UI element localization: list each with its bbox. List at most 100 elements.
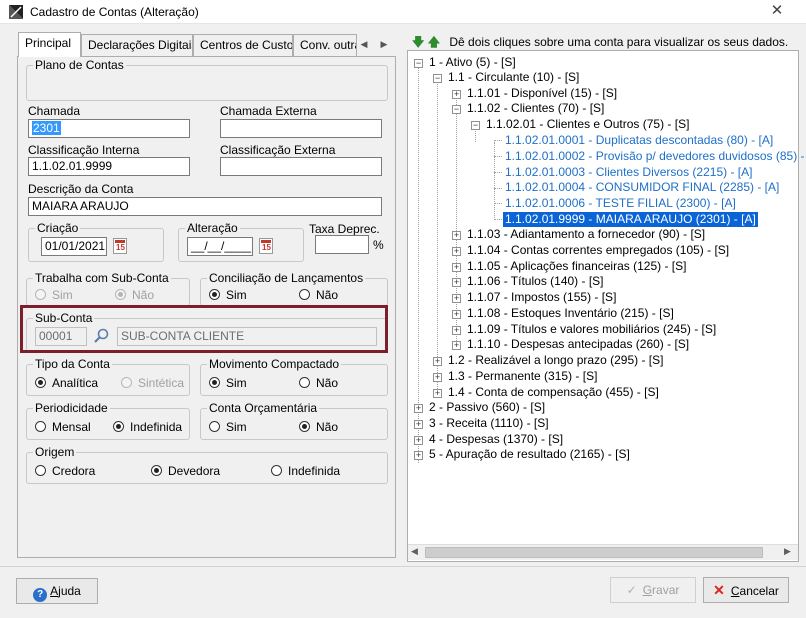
sintetica-radio[interactable]: Sintética (121, 376, 184, 390)
tree-node[interactable]: 1.1.08 - Estoques Inventário (215) - [S] (467, 306, 674, 321)
origem-indefinida-radio[interactable]: Indefinida (271, 464, 340, 478)
expand-icon[interactable]: + (452, 294, 461, 303)
collapse-icon[interactable]: − (452, 105, 461, 114)
mensal-radio[interactable]: Mensal (35, 420, 91, 434)
collapse-icon[interactable]: − (471, 121, 480, 130)
footer-divider (0, 566, 806, 567)
tab-centros-de-custo[interactable]: Centros de Custo (193, 34, 293, 56)
subconta-nao-radio[interactable]: Não (115, 288, 154, 302)
chamada-label: Chamada (28, 104, 81, 118)
ajuda-button[interactable]: ? Ajuda (16, 578, 98, 604)
tree-node-leaf[interactable]: 1.1.02.01.0002 - Provisão p/ devedores d… (505, 149, 806, 164)
tree-node-receita[interactable]: 3 - Receita (1110) - [S] (429, 416, 549, 431)
subconta-sim-radio[interactable]: Sim (35, 288, 73, 302)
expand-icon[interactable]: + (433, 373, 442, 382)
conta-orcamentaria-group: Conta Orçamentária Sim Não (200, 401, 388, 440)
collapse-icon[interactable]: − (414, 59, 423, 68)
alteracao-field[interactable]: __/__/____ (187, 237, 253, 256)
tree-node-clientes[interactable]: 1.1.02 - Clientes (70) - [S] (467, 101, 604, 116)
tree-node[interactable]: 1.1.10 - Despesas antecipadas (260) - [S… (467, 337, 689, 352)
expand-icon[interactable]: + (452, 263, 461, 272)
tree-node[interactable]: 1.2 - Realizável a longo prazo (295) - [… (448, 353, 663, 368)
tab-scroll-left-icon[interactable]: ◀ (356, 34, 372, 54)
radio-label: Sim (226, 376, 247, 390)
credora-radio[interactable]: Credora (35, 464, 95, 478)
tree-node[interactable]: 1.1.09 - Títulos e valores mobiliários (… (467, 322, 716, 337)
tree-node[interactable]: 1.4 - Conta de compensação (455) - [S] (448, 385, 659, 400)
expand-icon[interactable]: + (414, 451, 423, 460)
window-title: Cadastro de Contas (Alteração) (30, 5, 199, 19)
tab-scroll-right-icon[interactable]: ▶ (376, 34, 392, 54)
tree-node[interactable]: 1.1.06 - Títulos (140) - [S] (467, 274, 604, 289)
analitica-radio[interactable]: Analítica (35, 376, 98, 390)
tree-node-apuracao[interactable]: 5 - Apuração de resultado (2165) - [S] (429, 447, 630, 462)
scroll-left-icon[interactable]: ◀ (411, 546, 418, 557)
tree-node-despesas[interactable]: 4 - Despesas (1370) - [S] (429, 432, 563, 447)
radio-label: Não (316, 288, 339, 302)
descricao-field[interactable]: MAIARA ARAUJO (28, 197, 382, 216)
chamada-field[interactable]: 2301 (28, 119, 190, 138)
conciliacao-sim-radio[interactable]: Sim (209, 288, 247, 302)
collapse-icon[interactable]: − (433, 74, 442, 83)
expand-icon[interactable]: + (452, 231, 461, 240)
expand-icon[interactable]: + (433, 389, 442, 398)
expand-icon[interactable]: + (433, 357, 442, 366)
tab-conv-outra[interactable]: Conv. outra (293, 34, 357, 56)
expand-icon[interactable]: + (452, 326, 461, 335)
cancelar-button[interactable]: ✕ Cancelar (703, 577, 789, 603)
tree-node-clientes-outros[interactable]: 1.1.02.01 - Clientes e Outros (75) - [S] (486, 117, 689, 132)
expand-icon[interactable]: + (414, 404, 423, 413)
expand-icon[interactable]: + (452, 341, 461, 350)
tree-node-leaf[interactable]: 1.1.02.01.0006 - TESTE FILIAL (2300) - [… (505, 196, 736, 211)
tree-node-passivo[interactable]: 2 - Passivo (560) - [S] (429, 400, 545, 415)
tree-node-circulante[interactable]: 1.1 - Circulante (10) - [S] (448, 70, 579, 85)
conciliacao-nao-radio[interactable]: Não (299, 288, 338, 302)
taxa-deprec-field[interactable] (315, 235, 369, 254)
expand-icon[interactable]: + (452, 310, 461, 319)
radio-label: Credora (52, 464, 96, 478)
tree-node[interactable]: 1.1.07 - Impostos (155) - [S] (467, 290, 616, 305)
tree-node-ativo[interactable]: 1 - Ativo (5) - [S] (429, 55, 516, 70)
chamada-value: 2301 (32, 121, 61, 135)
movimento-sim-radio[interactable]: Sim (209, 376, 247, 390)
classificacao-interna-field[interactable]: 1.1.02.01.9999 (28, 157, 190, 176)
tree-node[interactable]: 1.1.05 - Aplicações financeiras (125) - … (467, 259, 686, 274)
tree-node-leaf[interactable]: 1.1.02.01.0004 - CONSUMIDOR FINAL (2285)… (505, 180, 779, 195)
orcamentaria-nao-radio[interactable]: Não (299, 420, 338, 434)
calendar-icon[interactable]: 15 (259, 238, 273, 254)
tree-node-leaf[interactable]: 1.1.02.01.0001 - Duplicatas descontadas … (505, 133, 773, 148)
chamada-externa-field[interactable] (220, 119, 382, 138)
tab-declaracoes-digitais[interactable]: Declarações Digitais (81, 34, 193, 56)
scroll-right-icon[interactable]: ▶ (784, 546, 791, 557)
tree-node-disponivel[interactable]: 1.1.01 - Disponível (15) - [S] (467, 86, 617, 101)
criacao-field[interactable]: 01/01/2021 (41, 237, 107, 256)
tree-node[interactable]: 1.3 - Permanente (315) - [S] (448, 369, 597, 384)
expand-icon[interactable]: + (452, 278, 461, 287)
radio-circle (121, 377, 132, 388)
tree-node-selected[interactable]: 1.1.02.01.9999 - MAIARA ARAUJO (2301) - … (503, 212, 758, 227)
gravar-button[interactable]: ✓ Gravar (610, 577, 696, 603)
tree-node-leaf[interactable]: 1.1.02.01.0003 - Clientes Diversos (2215… (505, 165, 752, 180)
calendar-icon[interactable]: 15 (113, 238, 127, 254)
scrollbar-thumb[interactable] (425, 547, 763, 558)
periodicidade-group: Periodicidade Mensal Indefinida (26, 401, 190, 440)
devedora-radio[interactable]: Devedora (151, 464, 220, 478)
tab-principal[interactable]: Principal (18, 32, 81, 57)
movimento-nao-radio[interactable]: Não (299, 376, 338, 390)
tree-line (494, 140, 502, 141)
classificacao-externa-field[interactable] (220, 157, 382, 176)
tree-horizontal-scrollbar[interactable]: ◀ ▶ (408, 544, 798, 560)
expand-icon[interactable]: + (452, 247, 461, 256)
account-tree[interactable]: − 1 - Ativo (5) - [S] − 1.1 - Circulante… (407, 50, 806, 562)
expand-icon[interactable]: + (414, 436, 423, 445)
orcamentaria-sim-radio[interactable]: Sim (209, 420, 247, 434)
close-icon[interactable]: ✕ (768, 2, 786, 20)
indefinida-radio[interactable]: Indefinida (113, 420, 182, 434)
arrow-up-icon[interactable]: 🡅 (428, 35, 440, 49)
expand-icon[interactable]: + (414, 420, 423, 429)
tree-node[interactable]: 1.1.04 - Contas correntes empregados (10… (467, 243, 729, 258)
tree-node[interactable]: 1.1.03 - Adiantamento a fornecedor (90) … (467, 227, 705, 242)
arrow-down-icon[interactable]: 🡇 (412, 35, 424, 49)
expand-icon[interactable]: + (452, 90, 461, 99)
conta-orcamentaria-label: Conta Orçamentária (207, 401, 320, 415)
